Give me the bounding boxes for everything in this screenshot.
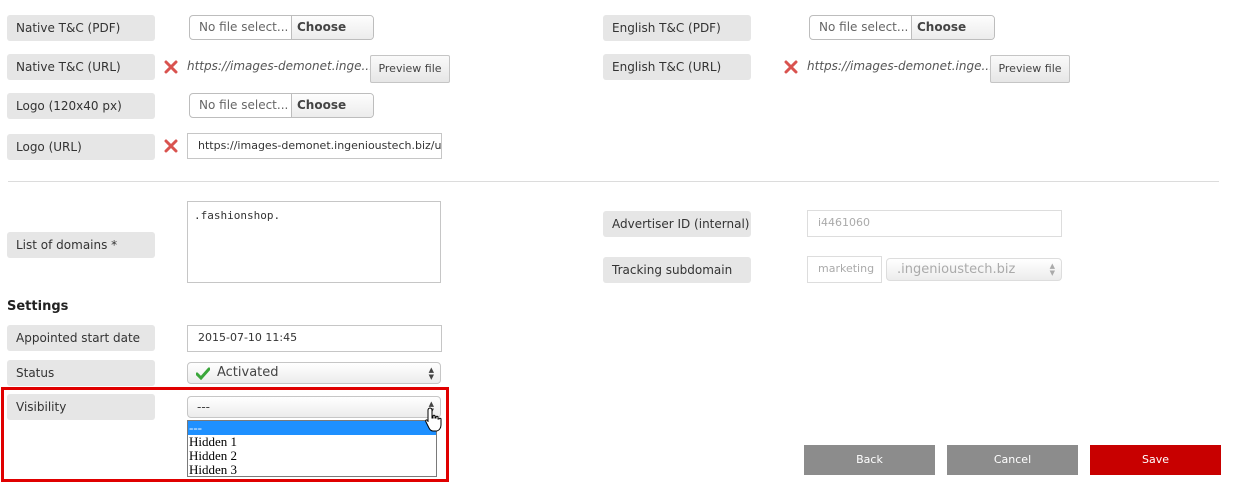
english-tc-url-value: https://images-demonet.inge... — [807, 59, 993, 73]
tracking-domain-value: .ingenioustech.biz — [897, 262, 1016, 277]
file-placeholder: No file select... — [199, 20, 289, 34]
remove-x-icon[interactable] — [164, 139, 178, 153]
tracking-subdomain-input: marketing — [807, 256, 882, 283]
visibility-highlight-box — [1, 387, 449, 482]
english-tc-url-label: English T&C (URL) — [603, 54, 751, 80]
back-button[interactable]: Back — [804, 445, 935, 475]
status-value: Activated — [217, 365, 279, 380]
list-of-domains-label: List of domains * — [7, 232, 155, 258]
status-label: Status — [7, 360, 155, 386]
choose-file-button[interactable]: Choose File — [291, 94, 373, 117]
logo-url-label: Logo (URL) — [7, 134, 155, 160]
preview-file-button[interactable]: Preview file — [990, 55, 1070, 83]
select-arrows-icon: ▲▼ — [428, 366, 434, 381]
remove-x-icon[interactable] — [784, 60, 798, 74]
native-tc-url-label: Native T&C (URL) — [7, 54, 155, 80]
english-tc-pdf-label: English T&C (PDF) — [603, 15, 751, 41]
cancel-button[interactable]: Cancel — [947, 445, 1078, 475]
domains-textarea[interactable]: .fashionshop. — [187, 201, 441, 283]
english-tc-pdf-file-input[interactable]: No file select... Choose File — [809, 15, 995, 40]
logo-url-input[interactable]: https://images-demonet.ingenioustech.biz… — [187, 133, 442, 159]
choose-file-button[interactable]: Choose File — [291, 16, 373, 39]
native-tc-pdf-file-input[interactable]: No file select... Choose File — [189, 15, 374, 40]
appointed-start-date-label: Appointed start date — [7, 325, 155, 351]
file-placeholder: No file select... — [819, 20, 909, 34]
section-divider — [8, 181, 1219, 182]
tracking-domain-select: .ingenioustech.biz ▲ ▼ — [886, 258, 1062, 281]
advertiser-id-input: i4461060 — [807, 210, 1062, 237]
logo-file-input[interactable]: No file select... Choose File — [189, 93, 374, 118]
file-placeholder: No file select... — [199, 98, 289, 112]
native-tc-pdf-label: Native T&C (PDF) — [7, 15, 155, 41]
status-select[interactable]: Activated ▲ ▼ — [187, 362, 441, 384]
save-button[interactable]: Save — [1090, 445, 1221, 475]
appointed-start-date-input[interactable]: 2015-07-10 11:45 — [187, 325, 442, 352]
tracking-subdomain-label: Tracking subdomain — [603, 257, 751, 283]
advertiser-id-label: Advertiser ID (internal) — [603, 211, 751, 237]
remove-x-icon[interactable] — [164, 60, 178, 74]
settings-heading: Settings — [7, 299, 69, 314]
logo-label: Logo (120x40 px) — [7, 93, 155, 119]
preview-file-button[interactable]: Preview file — [370, 55, 450, 83]
select-arrows-icon: ▲▼ — [1049, 262, 1055, 277]
checkmark-icon — [196, 367, 210, 380]
native-tc-url-value: https://images-demonet.inge... — [187, 59, 373, 73]
choose-file-button[interactable]: Choose File — [911, 16, 994, 39]
